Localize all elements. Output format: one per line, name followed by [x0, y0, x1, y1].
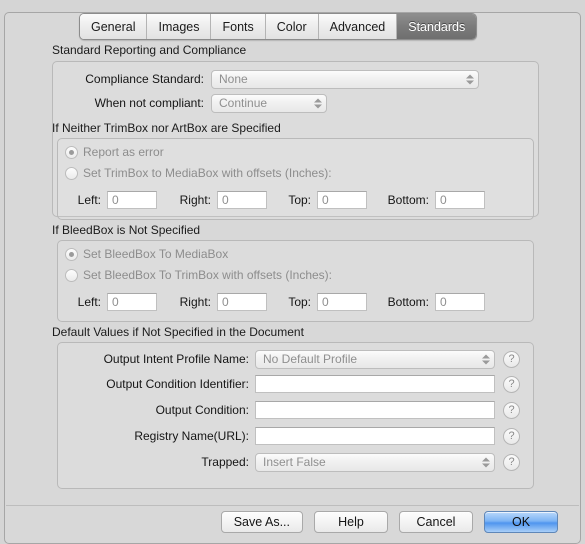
output-intent-profile-label: Output Intent Profile Name:: [103, 352, 249, 366]
trapped-select[interactable]: Insert False: [255, 452, 495, 472]
tab-fonts[interactable]: Fonts: [211, 14, 266, 39]
trimbox-option-report-error[interactable]: Report as error: [65, 142, 164, 162]
tab-images-label: Images: [158, 19, 200, 34]
output-intent-profile-select[interactable]: No Default Profile: [255, 349, 495, 369]
tab-images[interactable]: Images: [147, 14, 212, 39]
tab-fonts-label: Fonts: [222, 19, 254, 34]
when-not-compliant-row: When not compliant: Continue: [59, 92, 529, 114]
tab-color[interactable]: Color: [265, 14, 319, 39]
trimbox-offsets-row: Left: 0 Right: 0 Top: 0 Bottom: 0: [69, 189, 519, 211]
trapped-row: Trapped: Insert False ?: [65, 451, 527, 473]
output-intent-profile-row: Output Intent Profile Name: No Default P…: [65, 348, 527, 370]
registry-name-help-button[interactable]: ?: [503, 427, 520, 445]
radio-icon: [65, 268, 78, 282]
dialog-button-bar: Save As... Help Cancel OK: [5, 511, 580, 533]
reporting-section-title: Standard Reporting and Compliance: [52, 43, 247, 57]
chevron-updown-icon: [481, 455, 490, 470]
trimbox-option-offsets[interactable]: Set TrimBox to MediaBox with offsets (In…: [65, 163, 332, 183]
registry-name-label: Registry Name(URL):: [134, 429, 249, 443]
trapped-label: Trapped:: [201, 455, 249, 469]
trimbox-left-label: Left:: [77, 193, 101, 207]
trimbox-right-input[interactable]: 0: [217, 191, 267, 209]
trimbox-left-input[interactable]: 0: [107, 191, 157, 209]
bleedbox-bottom-label: Bottom:: [387, 295, 429, 309]
output-intent-profile-value: No Default Profile: [263, 352, 358, 366]
standards-panel: Standard Reporting and Compliance Compli…: [47, 43, 544, 497]
when-not-compliant-value: Continue: [219, 96, 268, 110]
save-as-button[interactable]: Save As...: [220, 511, 303, 533]
output-condition-identifier-input[interactable]: [255, 375, 495, 393]
tab-general-label: General: [91, 19, 136, 34]
bleedbox-option-trimbox-label: Set BleedBox To TrimBox with offsets (In…: [83, 268, 332, 282]
trimbox-top-label: Top:: [288, 193, 311, 207]
bleedbox-option-mediabox-label: Set BleedBox To MediaBox: [83, 247, 229, 261]
output-condition-input[interactable]: [255, 401, 495, 419]
bleedbox-option-trimbox[interactable]: Set BleedBox To TrimBox with offsets (In…: [65, 265, 332, 285]
bleedbox-left-input[interactable]: 0: [107, 293, 157, 311]
output-condition-help-button[interactable]: ?: [503, 401, 520, 419]
bleedbox-left-label: Left:: [77, 295, 101, 309]
bleedbox-offsets-row: Left: 0 Right: 0 Top: 0 Bottom: 0: [69, 291, 519, 313]
output-condition-row: Output Condition: ?: [65, 399, 527, 421]
bleedbox-top-label: Top:: [288, 295, 311, 309]
output-condition-identifier-label: Output Condition Identifier:: [106, 377, 249, 391]
when-not-compliant-label: When not compliant:: [94, 96, 204, 110]
cancel-button[interactable]: Cancel: [399, 511, 473, 533]
bleedbox-bottom-input[interactable]: 0: [435, 293, 485, 311]
chevron-updown-icon: [465, 72, 474, 87]
trimbox-option-report-error-label: Report as error: [83, 145, 164, 159]
output-condition-identifier-row: Output Condition Identifier: ?: [65, 373, 527, 395]
ok-button[interactable]: OK: [484, 511, 558, 533]
trapped-help-button[interactable]: ?: [503, 453, 520, 471]
registry-name-input[interactable]: [255, 427, 495, 445]
trimbox-bottom-label: Bottom:: [387, 193, 429, 207]
output-condition-label: Output Condition:: [155, 403, 249, 417]
output-condition-identifier-help-button[interactable]: ?: [503, 375, 520, 393]
when-not-compliant-select[interactable]: Continue: [211, 93, 327, 113]
trimbox-top-input[interactable]: 0: [317, 191, 367, 209]
compliance-standard-select[interactable]: None: [211, 69, 479, 89]
compliance-standard-label: Compliance Standard:: [85, 72, 204, 86]
trapped-value: Insert False: [263, 455, 326, 469]
radio-icon: [65, 145, 78, 159]
bottom-divider: [6, 505, 579, 506]
window-body: General Images Fonts Color Advanced Stan…: [4, 12, 581, 544]
bleedbox-top-input[interactable]: 0: [317, 293, 367, 311]
tab-bar: General Images Fonts Color Advanced Stan…: [79, 13, 478, 40]
trimbox-right-label: Right:: [179, 193, 211, 207]
trimbox-bottom-input[interactable]: 0: [435, 191, 485, 209]
tab-standards[interactable]: Standards: [397, 14, 477, 39]
tab-general[interactable]: General: [80, 14, 148, 39]
compliance-standard-value: None: [219, 72, 248, 86]
bleedbox-section-title: If BleedBox is Not Specified: [52, 223, 201, 237]
trimbox-section-title: If Neither TrimBox nor ArtBox are Specif…: [52, 121, 281, 135]
tab-standards-label: Standards: [408, 19, 466, 34]
compliance-standard-row: Compliance Standard: None: [59, 68, 529, 90]
trimbox-option-offsets-label: Set TrimBox to MediaBox with offsets (In…: [83, 166, 332, 180]
preferences-window: General Images Fonts Color Advanced Stan…: [0, 0, 585, 544]
help-button[interactable]: Help: [314, 511, 388, 533]
tab-advanced-label: Advanced: [329, 19, 386, 34]
bleedbox-option-mediabox[interactable]: Set BleedBox To MediaBox: [65, 244, 228, 264]
output-intent-profile-help-button[interactable]: ?: [503, 350, 520, 368]
registry-name-row: Registry Name(URL): ?: [65, 425, 527, 447]
chevron-updown-icon: [481, 352, 490, 367]
bleedbox-right-input[interactable]: 0: [217, 293, 267, 311]
radio-icon: [65, 166, 78, 180]
defaults-section-title: Default Values if Not Specified in the D…: [52, 325, 304, 339]
tab-advanced[interactable]: Advanced: [318, 14, 398, 39]
radio-icon: [65, 247, 78, 261]
tab-color-label: Color: [276, 19, 307, 34]
bleedbox-right-label: Right:: [179, 295, 211, 309]
chevron-updown-icon: [313, 96, 322, 111]
